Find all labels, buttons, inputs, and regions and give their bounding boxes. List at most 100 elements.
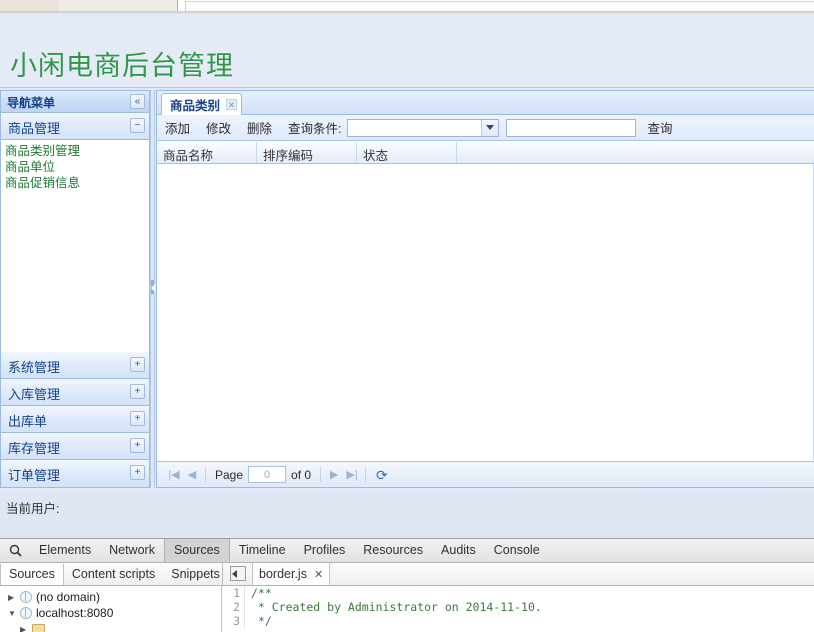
sidebar-group-label: 商品管理 [8,121,61,136]
subbar-divider [222,563,223,585]
sidebar-group-product-management[interactable]: 商品管理 − [1,113,149,140]
navigation-sidebar: 导航菜单 « 商品管理 − 商品类别管理 商品单位 商品促销信息 系统管理 + … [0,90,150,488]
browser-tab-stub-1[interactable] [0,0,59,11]
browser-address-bar[interactable] [185,1,814,11]
query-condition-label: 查询条件: [288,122,342,136]
page-total-label: of 0 [291,467,312,482]
chevron-down-icon[interactable]: ▼ [8,609,20,618]
tree-item-label: localhost:8080 [36,606,114,620]
plus-icon[interactable]: + [130,465,145,480]
tab-label: 商品类别 [170,99,221,113]
line-content: /** [251,586,272,600]
sidebar-group-label: 入库管理 [8,387,61,402]
sidebar-splitter[interactable] [150,90,155,488]
close-icon[interactable]: ✕ [314,568,323,581]
plus-icon[interactable]: + [130,357,145,372]
close-icon[interactable]: ✕ [226,99,238,110]
last-page-icon[interactable]: ▶| [343,466,361,484]
page-number-input[interactable] [248,466,287,483]
page-label: Page [215,467,244,482]
search-input[interactable] [505,118,636,137]
query-field-select[interactable] [346,118,499,137]
data-grid: 商品名称 排序编码 状态 |◀ ◀ Page of 0 ▶ ▶| ⟳ [157,142,814,487]
sidebar-group-inbound-management[interactable]: 入库管理 + [1,379,149,406]
devtools-tab-audits[interactable]: Audits [432,539,485,562]
grid-header-row: 商品名称 排序编码 状态 [157,142,814,164]
tree-item-label: (no domain) [36,590,101,604]
app-banner: 小闲电商后台管理 [0,14,814,88]
toggle-navigator-icon[interactable] [230,566,246,581]
sidebar-group-inventory-management[interactable]: 库存管理 + [1,433,149,460]
devtools-tabbar: Elements Network Sources Timeline Profil… [0,539,814,563]
devtools-tab-resources[interactable]: Resources [354,539,432,562]
file-tab-label: border.js [259,567,307,581]
globe-icon [20,607,32,619]
sidebar-item-product-promotion[interactable]: 商品促销信息 [5,175,145,191]
sidebar-item-product-unit[interactable]: 商品单位 [5,159,145,175]
devtools-tab-network[interactable]: Network [100,539,164,562]
devtools-subtabbar: Sources Content scripts Snippets border.… [0,563,814,586]
tree-item-localhost[interactable]: ▼ localhost:8080 [0,605,221,621]
app-root: 小闲电商后台管理 导航菜单 « 商品管理 − 商品类别管理 商品单位 商品促销信… [0,0,814,632]
browser-tab-stub-2[interactable] [58,0,178,11]
search-icon[interactable] [0,539,30,563]
sidebar-group-body: 商品类别管理 商品单位 商品促销信息 [1,140,149,359]
editor-file-tab-border-js[interactable]: border.js ✕ [252,563,331,585]
pager-divider [365,467,367,482]
plus-icon[interactable]: + [130,384,145,399]
line-number: 3 [223,614,245,628]
line-content: */ [251,614,272,628]
devtools-tab-timeline[interactable]: Timeline [230,539,295,562]
grid-column-status[interactable]: 状态 [357,142,457,163]
add-button[interactable]: 添加 [165,118,190,137]
chevron-down-icon[interactable] [480,119,498,136]
sidebar-group-outbound-order[interactable]: 出库单 + [1,406,149,433]
pager-divider [320,467,322,482]
devtools-tab-elements[interactable]: Elements [30,539,100,562]
code-line: 3 */ [223,614,814,628]
pager-divider [205,467,206,482]
query-button[interactable]: 查询 [648,118,673,137]
devtools-body: ▶ (no domain) ▼ localhost:8080 ▶ 1 /** 2… [0,586,814,632]
devtools-tab-console[interactable]: Console [485,539,549,562]
sidebar-group-order-management[interactable]: 订单管理 + [1,460,149,487]
grid-column-product-name[interactable]: 商品名称 [157,142,257,163]
sidebar-group-system-management[interactable]: 系统管理 + [1,352,149,379]
devtools-tab-sources[interactable]: Sources [163,539,230,562]
edit-button[interactable]: 修改 [206,118,231,137]
sidebar-group-label: 订单管理 [8,468,61,483]
grid-column-filler [457,142,814,163]
grid-body [157,164,814,460]
folder-icon [32,624,45,632]
devtools-subtab-content-scripts[interactable]: Content scripts [64,564,163,585]
first-page-icon[interactable]: |◀ [165,466,183,484]
grid-toolbar: 添加 修改 删除 查询条件: 查询 [157,115,814,141]
sidebar-item-product-category[interactable]: 商品类别管理 [5,143,145,159]
sidebar-collapse-icon[interactable]: « [130,94,145,109]
devtools-subtab-sources[interactable]: Sources [0,563,64,585]
plus-icon[interactable]: + [130,438,145,453]
tree-item-no-domain[interactable]: ▶ (no domain) [0,589,221,605]
devtools-tab-profiles[interactable]: Profiles [295,539,355,562]
sidebar-header: 导航菜单 « [1,91,149,113]
refresh-icon[interactable]: ⟳ [376,468,388,482]
plus-icon[interactable]: + [130,411,145,426]
devtools-subtab-snippets[interactable]: Snippets [163,564,228,585]
prev-page-icon[interactable]: ◀ [183,466,201,484]
sidebar-collapsed-groups: 系统管理 + 入库管理 + 出库单 + 库存管理 + 订单管理 + [1,352,149,487]
chevron-right-icon[interactable]: ▶ [8,593,20,602]
chevron-right-icon[interactable]: ▶ [20,625,32,632]
source-code-editor[interactable]: 1 /** 2 * Created by Administrator on 20… [223,586,814,632]
next-page-icon[interactable]: ▶ [325,466,343,484]
code-line: 1 /** [223,586,814,600]
splitter-collapse-arrow-icon[interactable] [151,284,155,292]
sidebar-title: 导航菜单 [7,96,56,110]
page-footer: 当前用户: [0,493,814,538]
delete-button[interactable]: 删除 [247,118,272,137]
page-title: 小闲电商后台管理 [10,51,234,82]
tree-item-folder[interactable]: ▶ [0,621,221,632]
grid-column-sort-code[interactable]: 排序编码 [257,142,357,163]
tab-product-category[interactable]: 商品类别 ✕ [161,93,243,115]
globe-icon [20,591,32,603]
minus-icon[interactable]: − [130,118,145,133]
